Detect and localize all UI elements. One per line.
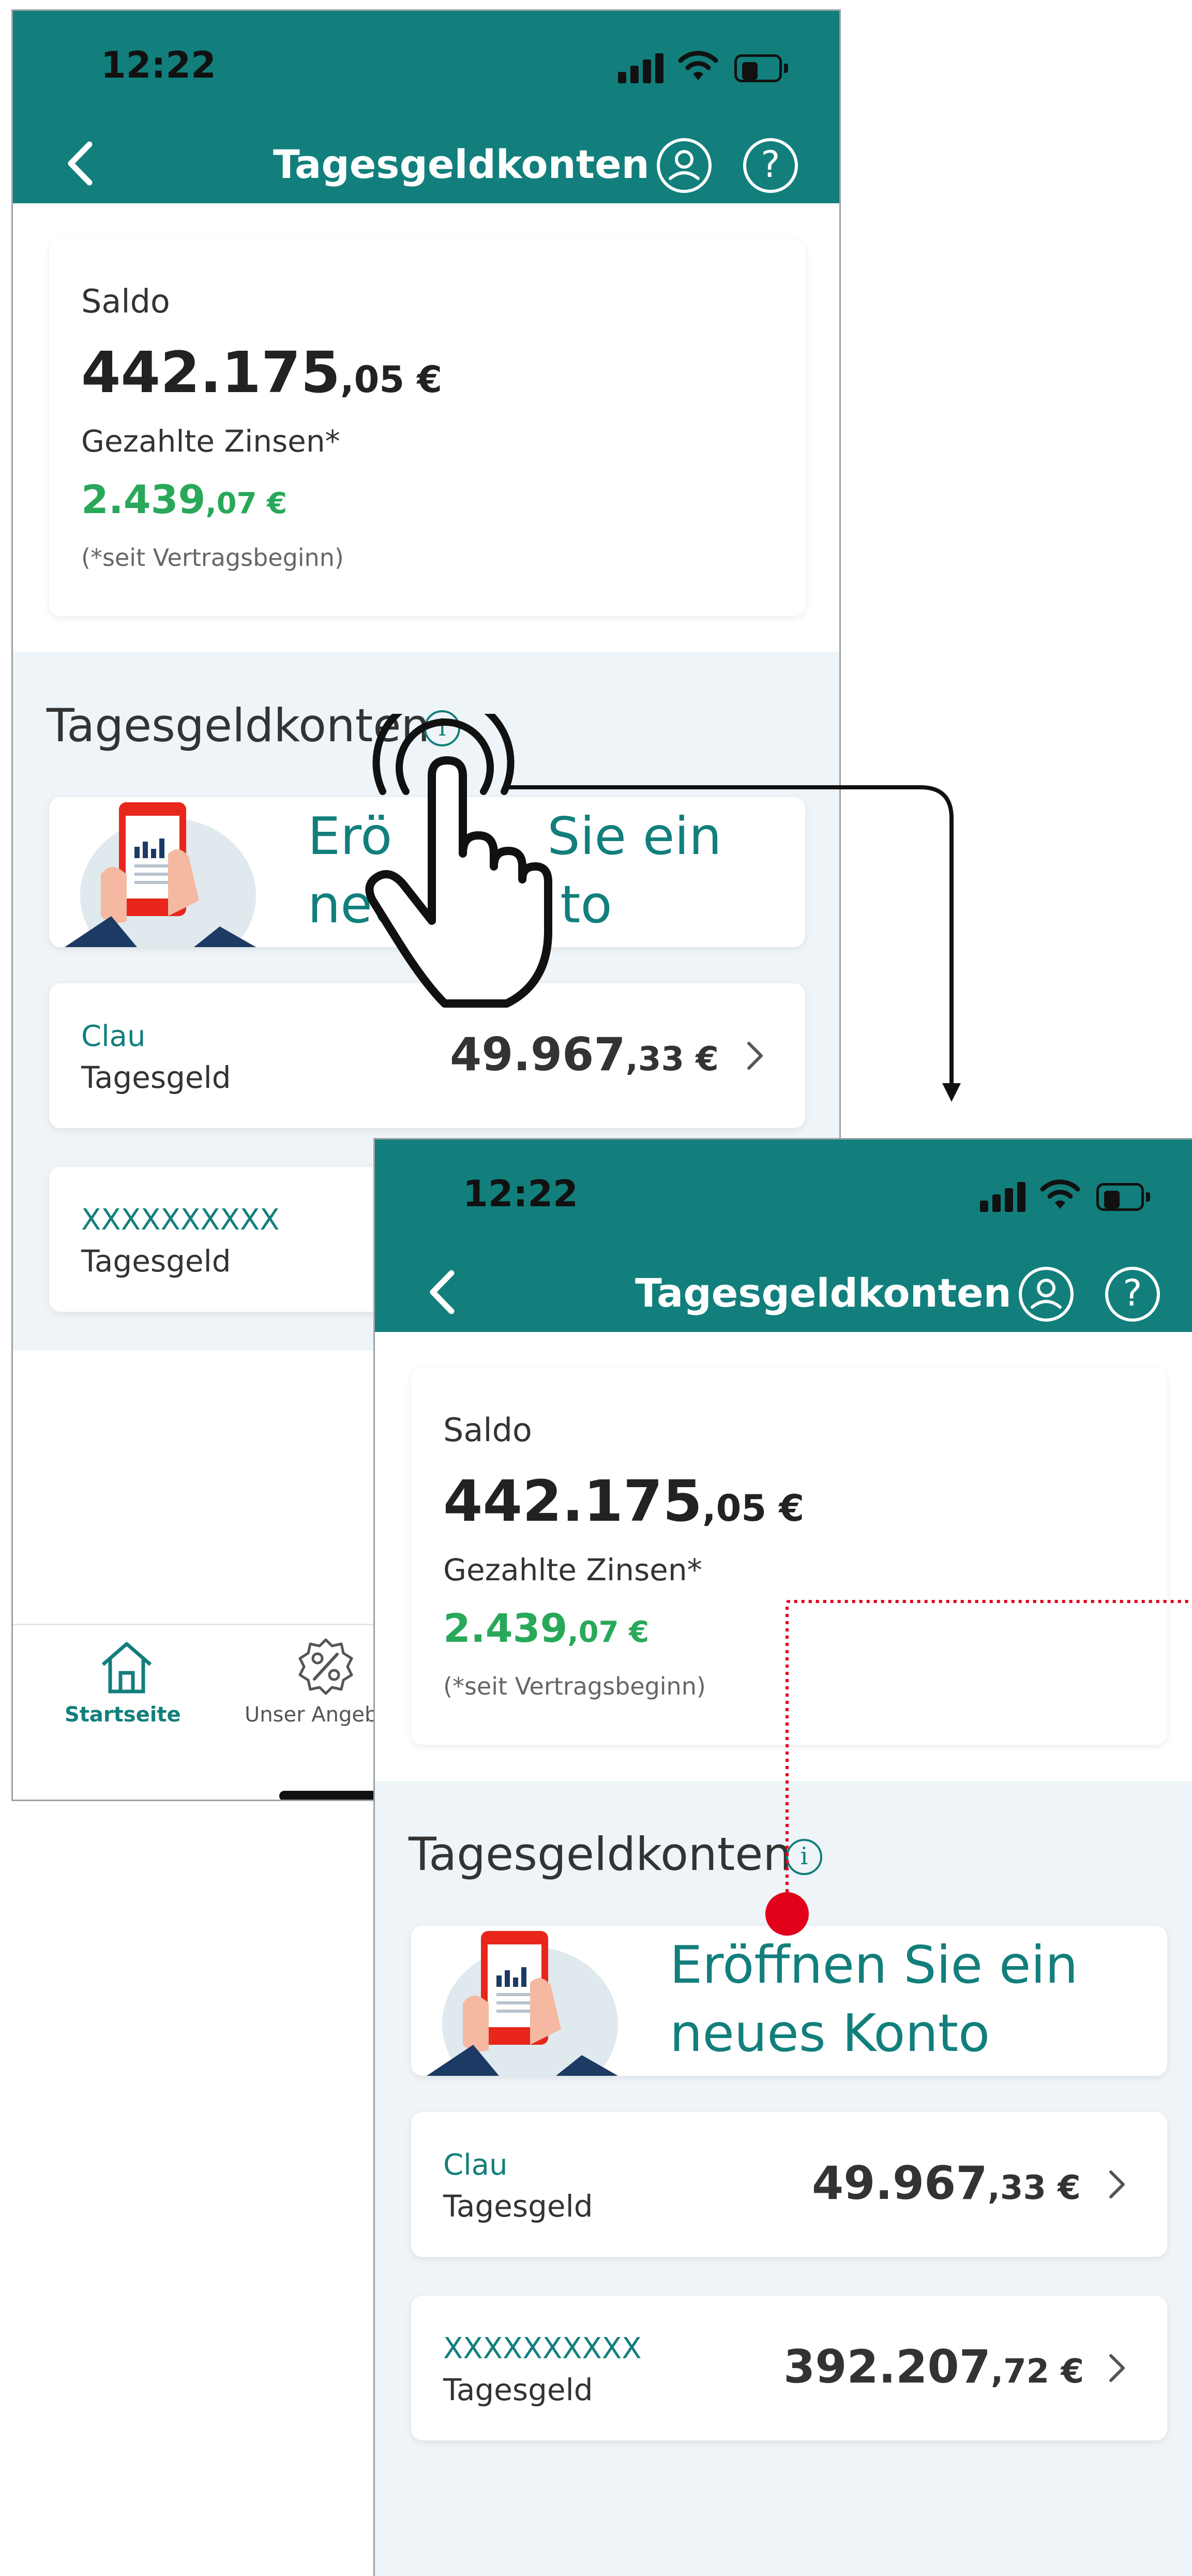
callout-dot [765, 1892, 809, 1936]
callout-line [765, 1600, 1192, 1936]
